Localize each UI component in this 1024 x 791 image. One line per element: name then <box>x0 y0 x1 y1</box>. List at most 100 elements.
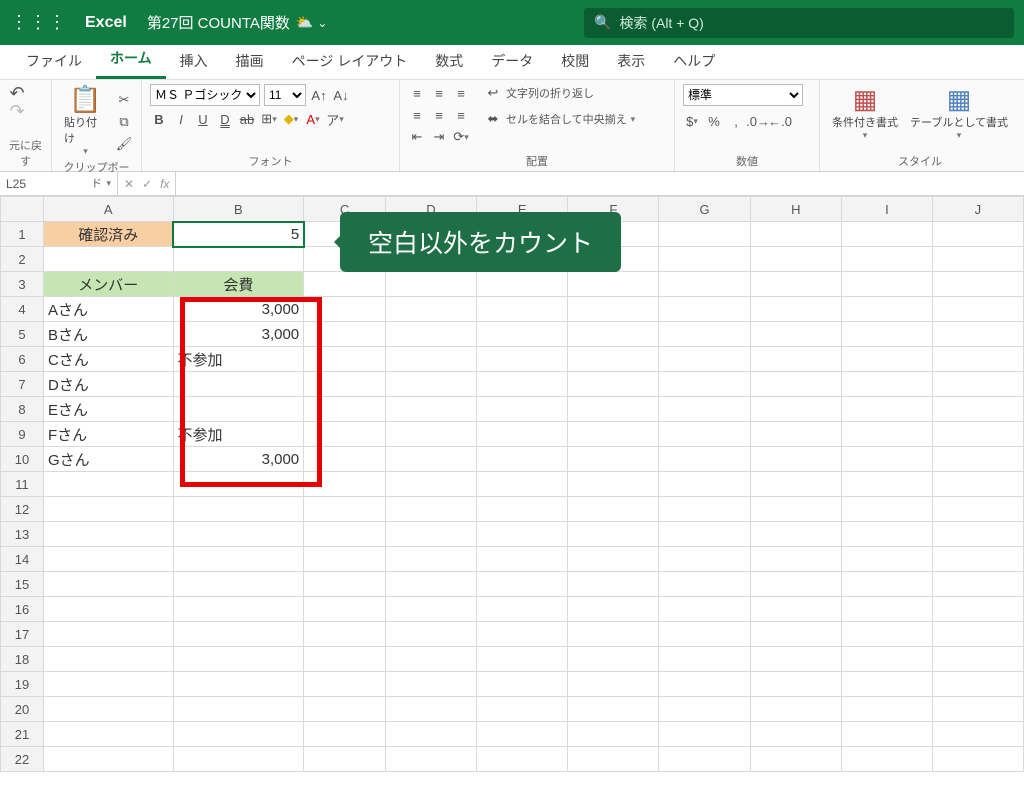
cell[interactable] <box>568 472 659 497</box>
cell[interactable] <box>841 322 932 347</box>
cell[interactable] <box>750 322 841 347</box>
number-format-select[interactable]: 標準 <box>683 84 803 106</box>
strike-button[interactable]: ab <box>238 110 256 128</box>
cell[interactable] <box>659 447 750 472</box>
align-left-icon[interactable]: ≡ <box>408 106 426 124</box>
cell[interactable] <box>304 547 386 572</box>
row-header[interactable]: 8 <box>1 397 44 422</box>
cell-B10[interactable]: 3,000 <box>173 447 304 472</box>
cell[interactable] <box>173 697 304 722</box>
row-header[interactable]: 12 <box>1 497 44 522</box>
cell[interactable] <box>385 572 476 597</box>
cell-B9[interactable]: 不参加 <box>173 422 304 447</box>
cell[interactable] <box>173 747 304 772</box>
align-bottom-icon[interactable]: ≡ <box>452 84 470 102</box>
decrease-indent-icon[interactable]: ⇤ <box>408 128 426 146</box>
cell[interactable] <box>841 347 932 372</box>
cell[interactable] <box>659 697 750 722</box>
cell[interactable] <box>173 622 304 647</box>
cell[interactable] <box>43 747 173 772</box>
cell[interactable] <box>385 397 476 422</box>
cell[interactable] <box>841 647 932 672</box>
cell[interactable] <box>385 322 476 347</box>
cell[interactable] <box>750 297 841 322</box>
cell-A1[interactable]: 確認済み <box>43 222 173 247</box>
cell[interactable] <box>477 497 568 522</box>
cell[interactable] <box>43 247 173 272</box>
cell[interactable] <box>43 572 173 597</box>
col-header[interactable]: B <box>173 197 304 222</box>
cell[interactable] <box>932 647 1023 672</box>
cell[interactable] <box>750 572 841 597</box>
cell[interactable] <box>477 372 568 397</box>
cell[interactable] <box>385 297 476 322</box>
cell[interactable] <box>385 447 476 472</box>
cell[interactable] <box>932 497 1023 522</box>
cell[interactable] <box>304 622 386 647</box>
cell[interactable] <box>477 447 568 472</box>
cell[interactable] <box>568 697 659 722</box>
grid-table[interactable]: A B C D E F G H I J 1 確認済み 5 2 3 メンバー 会費… <box>0 196 1024 772</box>
cell[interactable] <box>750 447 841 472</box>
cell[interactable] <box>932 697 1023 722</box>
cell[interactable] <box>932 297 1023 322</box>
row-header[interactable]: 17 <box>1 622 44 647</box>
row-header[interactable]: 20 <box>1 697 44 722</box>
cell[interactable] <box>659 522 750 547</box>
increase-font-icon[interactable]: A↑ <box>310 86 328 104</box>
cell[interactable] <box>750 472 841 497</box>
tab-view[interactable]: 表示 <box>603 43 659 79</box>
cell[interactable] <box>932 747 1023 772</box>
cell[interactable] <box>304 472 386 497</box>
cell-A8[interactable]: Eさん <box>43 397 173 422</box>
cell[interactable] <box>841 697 932 722</box>
cancel-formula-icon[interactable]: ✕ <box>124 177 134 191</box>
cell[interactable] <box>932 597 1023 622</box>
cell[interactable] <box>477 597 568 622</box>
cell[interactable] <box>932 272 1023 297</box>
tab-insert[interactable]: 挿入 <box>166 43 222 79</box>
row-header[interactable]: 1 <box>1 222 44 247</box>
cell[interactable] <box>477 572 568 597</box>
cell[interactable] <box>932 347 1023 372</box>
table-format-button[interactable]: ▦ テーブルとして書式 ▾ <box>906 84 1012 143</box>
cell[interactable] <box>385 672 476 697</box>
tab-home[interactable]: ホーム <box>96 40 166 79</box>
col-header[interactable]: G <box>659 197 750 222</box>
decrease-decimal-icon[interactable]: ←.0 <box>771 112 789 130</box>
cell[interactable] <box>173 547 304 572</box>
row-header[interactable]: 22 <box>1 747 44 772</box>
cell[interactable] <box>750 547 841 572</box>
cell-A7[interactable]: Dさん <box>43 372 173 397</box>
cell[interactable] <box>477 647 568 672</box>
cell[interactable] <box>568 372 659 397</box>
cell[interactable] <box>477 622 568 647</box>
cell[interactable] <box>385 697 476 722</box>
cell[interactable] <box>385 272 476 297</box>
cell[interactable] <box>932 572 1023 597</box>
cell[interactable] <box>568 622 659 647</box>
cell[interactable] <box>750 347 841 372</box>
cell[interactable] <box>841 222 932 247</box>
tab-help[interactable]: ヘルプ <box>659 43 729 79</box>
cell[interactable] <box>659 747 750 772</box>
cell[interactable] <box>841 422 932 447</box>
row-header[interactable]: 11 <box>1 472 44 497</box>
cell[interactable] <box>304 322 386 347</box>
cell[interactable] <box>385 622 476 647</box>
cell[interactable] <box>43 672 173 697</box>
cell[interactable] <box>568 272 659 297</box>
cell[interactable] <box>659 222 750 247</box>
cell[interactable] <box>659 647 750 672</box>
cell[interactable] <box>173 572 304 597</box>
orientation-icon[interactable]: ⟳▾ <box>452 128 470 146</box>
cell[interactable] <box>385 547 476 572</box>
cell[interactable] <box>750 647 841 672</box>
title-dropdown-icon[interactable]: ⌄ <box>317 16 327 30</box>
cell[interactable] <box>932 672 1023 697</box>
cell[interactable] <box>659 472 750 497</box>
cell-A5[interactable]: Bさん <box>43 322 173 347</box>
cell[interactable] <box>477 522 568 547</box>
cell[interactable] <box>568 597 659 622</box>
cell[interactable] <box>43 722 173 747</box>
